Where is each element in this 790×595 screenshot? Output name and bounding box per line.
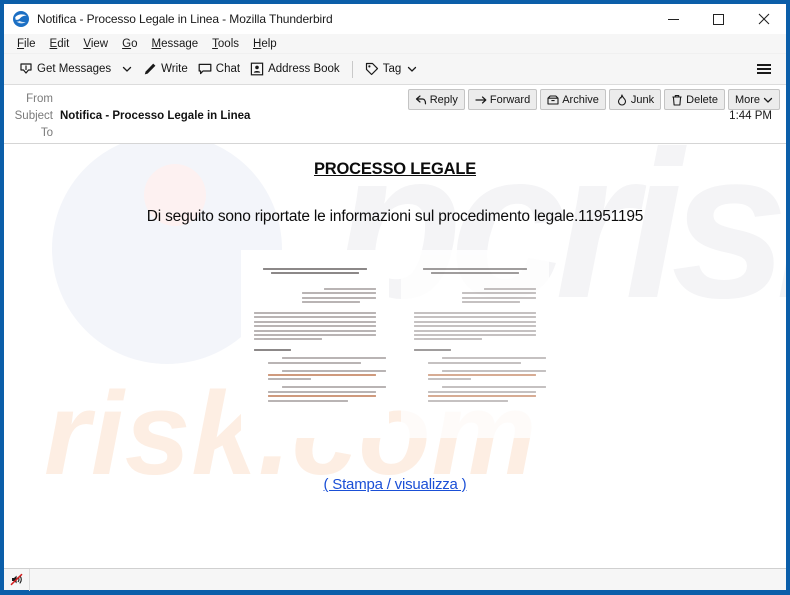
doc-author-block	[462, 287, 536, 303]
message-actions: Reply Forward Archive Junk Delete More	[407, 89, 780, 110]
hamburger-line	[757, 64, 771, 66]
more-button[interactable]: More	[727, 89, 780, 110]
junk-button[interactable]: Junk	[608, 89, 662, 110]
message-header: Reply Forward Archive Junk Delete More F…	[4, 85, 786, 144]
menu-edit[interactable]: Edit	[43, 38, 77, 50]
address-book-button[interactable]: Address Book	[245, 59, 345, 79]
title-bar: Notifica - Processo Legale in Linea - Mo…	[4, 4, 786, 34]
doc-heading-lines	[414, 268, 536, 275]
get-messages-dropdown[interactable]	[116, 61, 138, 77]
download-icon	[19, 62, 33, 76]
from-label: From	[26, 92, 53, 105]
address-book-icon	[250, 62, 264, 76]
tag-icon	[365, 62, 379, 76]
menu-go-rest: o	[131, 37, 138, 50]
chevron-down-icon	[407, 64, 417, 74]
hamburger-line	[757, 72, 771, 74]
window-controls	[651, 4, 786, 34]
doc-abstract-block	[414, 311, 536, 341]
close-button[interactable]	[741, 4, 786, 34]
write-label: Write	[161, 63, 188, 75]
reply-button[interactable]: Reply	[407, 89, 465, 110]
maximize-button[interactable]	[696, 4, 741, 34]
status-bar	[4, 568, 786, 591]
body-paragraph: Di seguito sono riportate le informazion…	[146, 208, 644, 225]
hamburger-line	[757, 68, 771, 70]
doc-section-block	[254, 357, 386, 402]
menu-bar: File Edit View Go Message Tools Help	[4, 34, 786, 54]
page-title: PROCESSO LEGALE	[313, 160, 477, 178]
chevron-down-icon	[763, 95, 773, 105]
forward-icon	[475, 94, 487, 106]
message-body-pane: pcrisk risk.com PROCESSO LEGALE Di segui…	[4, 144, 786, 568]
email-content: PROCESSO LEGALE Di seguito sono riportat…	[4, 144, 786, 494]
menu-go[interactable]: Go	[115, 38, 144, 50]
trash-icon	[671, 94, 683, 106]
archive-button[interactable]: Archive	[540, 89, 606, 110]
window-title: Notifica - Processo Legale in Linea - Mo…	[37, 12, 333, 26]
forward-label: Forward	[489, 93, 531, 106]
forward-button[interactable]: Forward	[467, 89, 538, 110]
menu-edit-rest: dit	[57, 37, 70, 50]
menu-help-rest: elp	[261, 37, 277, 50]
tag-label: Tag	[382, 63, 402, 75]
more-label: More	[734, 93, 760, 106]
address-book-label: Address Book	[268, 63, 340, 75]
junk-flame-icon	[616, 93, 628, 106]
doc-abstract-block	[254, 311, 376, 341]
menu-message-rest: essage	[161, 37, 199, 50]
reply-icon	[415, 94, 427, 106]
document-page-preview[interactable]	[241, 250, 389, 438]
chevron-down-icon	[122, 64, 132, 74]
to-label: To	[40, 126, 53, 139]
menu-help[interactable]: Help	[246, 38, 284, 50]
menu-tools[interactable]: Tools	[205, 38, 246, 50]
chat-label: Chat	[215, 63, 241, 75]
sound-muted-icon[interactable]	[4, 568, 30, 591]
menu-view[interactable]: View	[76, 38, 115, 50]
menu-message[interactable]: Message	[144, 38, 205, 50]
attachment-previews	[4, 250, 786, 438]
chat-button[interactable]: Chat	[193, 59, 245, 79]
header-row-to: To	[4, 124, 786, 141]
subject-value: Notifica - Processo Legale in Linea	[60, 109, 251, 122]
doc-heading-lines	[254, 268, 376, 275]
reply-label: Reply	[429, 93, 458, 106]
archive-icon	[547, 94, 559, 106]
minimize-button[interactable]	[651, 4, 696, 34]
get-messages-label: Get Messages	[37, 63, 112, 75]
toolbar-separator	[351, 60, 353, 78]
hamburger-menu-icon[interactable]	[750, 59, 778, 79]
delete-label: Delete	[686, 93, 718, 106]
write-button[interactable]: Write	[138, 59, 193, 79]
tag-button[interactable]: Tag	[360, 59, 423, 79]
main-toolbar: Get Messages Write Chat Address Book Tag	[4, 54, 786, 85]
stampa-visualizza-link[interactable]: ( Stampa / visualizza )	[324, 476, 467, 493]
archive-label: Archive	[562, 93, 599, 106]
doc-author-block	[302, 287, 376, 303]
subject-label: Subject	[14, 109, 53, 122]
menu-file[interactable]: File	[10, 38, 43, 50]
pencil-icon	[143, 62, 157, 76]
thunderbird-window: Notifica - Processo Legale in Linea - Mo…	[0, 0, 790, 595]
delete-button[interactable]: Delete	[664, 89, 725, 110]
menu-tools-rest: ools	[217, 37, 240, 50]
menu-file-rest: ile	[24, 37, 36, 50]
doc-section-block	[414, 357, 546, 402]
get-messages-button[interactable]: Get Messages	[14, 59, 116, 79]
junk-label: Junk	[630, 93, 655, 106]
chat-bubble-icon	[198, 62, 212, 76]
message-timestamp: 1:44 PM	[729, 109, 772, 122]
menu-view-rest: iew	[90, 37, 109, 50]
thunderbird-icon	[12, 10, 30, 28]
document-page-preview[interactable]	[401, 250, 549, 438]
